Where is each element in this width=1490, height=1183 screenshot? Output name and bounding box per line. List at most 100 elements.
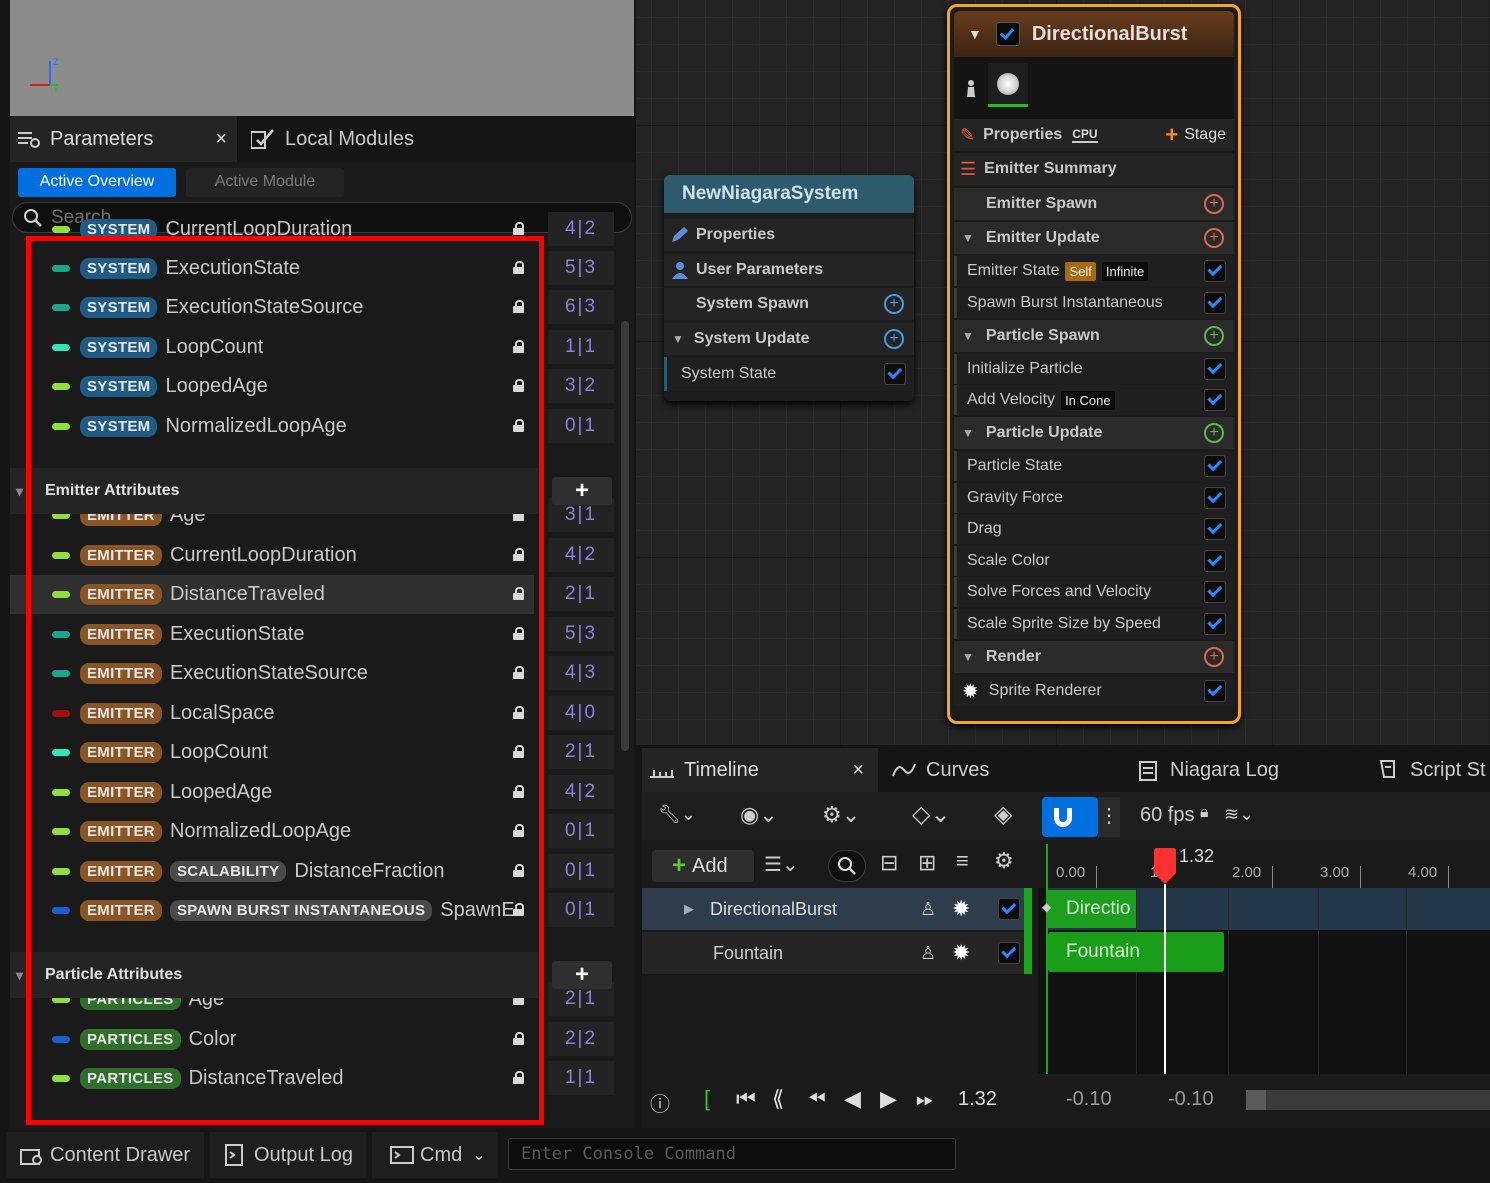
sprite-renderer-row[interactable]: ✹ Sprite Renderer: [954, 676, 1234, 706]
module-enabled-checkbox[interactable]: [1204, 358, 1226, 380]
time-ruler[interactable]: 0.002.003.004.001.: [1046, 844, 1490, 888]
add-module-icon[interactable]: +: [1204, 326, 1224, 346]
reference-count[interactable]: 1|1: [548, 330, 614, 364]
fps-label[interactable]: 60 fps: [1140, 804, 1194, 827]
module-row[interactable]: Gravity Force: [954, 483, 1234, 513]
reference-count[interactable]: 0|1: [548, 409, 614, 443]
clip-fountain[interactable]: Fountain: [1048, 932, 1224, 972]
track-enabled-checkbox[interactable]: [998, 942, 1020, 964]
stage-particle-spawn[interactable]: ▼ Particle Spawn +: [954, 320, 1234, 352]
stage-emitter-update[interactable]: ▼ Emitter Update +: [954, 222, 1234, 254]
module-row[interactable]: Scale Color: [954, 546, 1234, 576]
scrollbar[interactable]: [621, 321, 629, 751]
module-enabled-checkbox[interactable]: [1204, 292, 1226, 314]
track-search-button[interactable]: [828, 850, 866, 882]
info-icon[interactable]: ⓘ: [650, 1088, 670, 1117]
add-module-icon[interactable]: +: [884, 329, 904, 349]
chevron-down-icon[interactable]: ▼: [962, 329, 974, 343]
module-row[interactable]: Add Velocity In Cone: [954, 385, 1234, 415]
wrench-icon[interactable]: 🔧︎⌄: [658, 804, 696, 825]
module-enabled-checkbox[interactable]: [1204, 487, 1226, 509]
tab-parameters[interactable]: Parameters ×: [10, 116, 237, 162]
emitter-node[interactable]: ▼ DirectionalBurst ✎ Properties CPU + Stage ☰…: [947, 4, 1241, 724]
tab-script-stats[interactable]: Script St: [1378, 748, 1486, 792]
loop-start-icon[interactable]: [: [704, 1086, 710, 1112]
console-input[interactable]: Enter Console Command: [508, 1138, 956, 1170]
track-fountain[interactable]: Fountain ♙ ✹: [642, 932, 1024, 974]
module-row[interactable]: Particle State: [954, 451, 1234, 481]
reference-count[interactable]: 1|1: [548, 1061, 614, 1095]
emitter-summary-row[interactable]: ☰ Emitter Summary: [954, 153, 1234, 185]
reference-count[interactable]: 0|1: [548, 854, 614, 888]
reference-count[interactable]: 5|3: [548, 617, 614, 651]
chevron-down-icon[interactable]: ▼: [672, 332, 684, 346]
chevron-down-icon[interactable]: ▼: [962, 426, 974, 440]
module-enabled-checkbox[interactable]: [1204, 550, 1226, 572]
preview-viewport[interactable]: Z Y: [10, 0, 634, 116]
module-row[interactable]: Solve Forces and Velocity: [954, 577, 1234, 607]
track-directionalburst[interactable]: ▶ DirectionalBurst ♙ ✹: [642, 888, 1032, 930]
system-state-row[interactable]: System State: [664, 357, 914, 391]
chevron-down-icon[interactable]: ▼: [962, 231, 974, 245]
snap-toggle-button[interactable]: [1042, 797, 1098, 837]
module-enabled-checkbox[interactable]: [1204, 581, 1226, 603]
output-log-button[interactable]: Output Log: [210, 1132, 366, 1178]
key-icon[interactable]: ◇⌄: [912, 800, 951, 829]
cmd-dropdown[interactable]: Cmd ⌄: [372, 1132, 498, 1178]
module-enabled-checkbox[interactable]: [1204, 518, 1226, 540]
jump-start-icon[interactable]: ⏮: [736, 1086, 756, 1112]
close-icon[interactable]: ×: [852, 759, 864, 782]
reference-count[interactable]: 2|2: [548, 1022, 614, 1056]
module-row[interactable]: Initialize Particle: [954, 354, 1234, 384]
system-properties-row[interactable]: Properties: [664, 219, 914, 251]
reference-count[interactable]: 4|2: [548, 775, 614, 809]
emitter-node-header[interactable]: ▼ DirectionalBurst: [954, 11, 1234, 57]
enabled-checkbox[interactable]: [884, 363, 906, 385]
user-parameters-row[interactable]: User Parameters: [664, 254, 914, 286]
add-attribute-button[interactable]: +: [552, 477, 612, 505]
tab-timeline[interactable]: Timeline ×: [642, 748, 878, 792]
chevron-down-icon[interactable]: ▾: [16, 967, 23, 984]
stage-render[interactable]: ▼ Render +: [954, 641, 1234, 673]
renderer-enabled-checkbox[interactable]: [1204, 680, 1226, 702]
emitter-thumbnail[interactable]: [988, 63, 1028, 107]
emitter-properties-row[interactable]: ✎ Properties CPU + Stage: [954, 119, 1234, 151]
key-add-icon[interactable]: ◈: [994, 800, 1012, 829]
reference-count[interactable]: 4|0: [548, 696, 614, 730]
chevron-down-icon[interactable]: ▾: [16, 483, 23, 500]
add-module-icon[interactable]: +: [1204, 423, 1224, 443]
module-row[interactable]: Scale Sprite Size by Speed: [954, 609, 1234, 639]
module-row[interactable]: Spawn Burst Instantaneous: [954, 288, 1234, 318]
collapse-icon[interactable]: ▼: [968, 26, 982, 42]
system-update-row[interactable]: ▼ System Update +: [664, 323, 914, 355]
snap-options-icon[interactable]: ⋮: [1098, 797, 1120, 837]
system-node-title[interactable]: NewNiagaraSystem: [664, 175, 914, 213]
content-drawer-button[interactable]: Content Drawer: [6, 1132, 204, 1178]
add-attribute-button[interactable]: +: [552, 961, 612, 989]
system-spawn-row[interactable]: System Spawn +: [664, 288, 914, 320]
reference-count[interactable]: 4|2: [548, 538, 614, 572]
active-overview-button[interactable]: Active Overview: [18, 167, 176, 197]
eye-icon[interactable]: ◉⌄: [740, 802, 778, 828]
reference-count[interactable]: 3|2: [548, 369, 614, 403]
step-back-icon[interactable]: ⏪︎: [808, 1086, 826, 1112]
module-enabled-checkbox[interactable]: [1204, 455, 1226, 477]
reference-count[interactable]: 6|3: [548, 290, 614, 324]
reference-count[interactable]: 2|1: [548, 735, 614, 769]
module-row[interactable]: Emitter State Self Infinite: [954, 256, 1234, 286]
list-icon[interactable]: ≡: [956, 848, 969, 874]
reference-count[interactable]: 4|3: [548, 656, 614, 690]
close-icon[interactable]: ×: [215, 128, 227, 151]
module-enabled-checkbox[interactable]: [1204, 389, 1226, 411]
track-enabled-checkbox[interactable]: [998, 898, 1020, 920]
filter-icon[interactable]: ☰⌄: [764, 852, 799, 877]
tab-niagara-log[interactable]: Niagara Log: [1138, 748, 1279, 792]
range-start[interactable]: -0.10: [1066, 1088, 1112, 1111]
emitter-enabled-checkbox[interactable]: [995, 22, 1020, 46]
reference-count[interactable]: 0|1: [548, 893, 614, 927]
fit-icon[interactable]: ⊞: [918, 850, 936, 876]
add-module-icon[interactable]: +: [1204, 228, 1224, 248]
reference-count[interactable]: 5|3: [548, 251, 614, 285]
reference-count[interactable]: 0|1: [548, 814, 614, 848]
range-end[interactable]: -0.10: [1168, 1088, 1214, 1111]
